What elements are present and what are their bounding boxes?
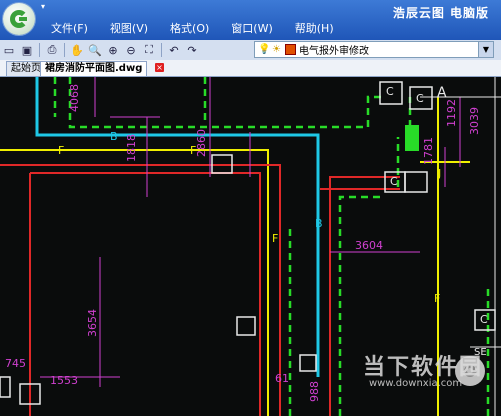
- pipe-label-f: F: [434, 292, 440, 305]
- device-label-c: C: [480, 313, 488, 326]
- redo-icon[interactable]: ↷: [184, 42, 200, 58]
- undo-icon[interactable]: ↶: [166, 42, 182, 58]
- menu-help[interactable]: 帮助(H): [284, 20, 345, 38]
- menu-bar: 文件(F) 视图(V) 格式(O) 窗口(W) 帮助(H): [40, 20, 345, 38]
- pipe-label-f: F: [272, 232, 278, 245]
- title-bar: ▾ 浩辰云图 电脑版 文件(F) 视图(V) 格式(O) 窗口(W) 帮助(H): [0, 0, 501, 40]
- zoom-window-icon[interactable]: 🔍: [87, 42, 103, 58]
- tab-drawing[interactable]: 裙房消防平面图.dwg: [40, 61, 148, 76]
- dimension-label: 1781: [422, 137, 435, 165]
- pipe-label-j: J: [437, 167, 441, 180]
- dimension-label: 61: [275, 372, 289, 385]
- menu-format[interactable]: 格式(O): [159, 20, 220, 38]
- dimension-label: 3039: [468, 107, 481, 135]
- chevron-down-icon[interactable]: ▼: [478, 42, 493, 57]
- menu-window[interactable]: 窗口(W): [220, 20, 283, 38]
- pipe-label-f: F: [190, 144, 196, 157]
- dimension-label: 3654: [86, 309, 99, 337]
- device-label-c: C: [390, 175, 398, 188]
- toolbar-separator: [64, 43, 65, 57]
- quick-access-dropdown-icon[interactable]: ▾: [41, 2, 45, 11]
- menu-file[interactable]: 文件(F): [40, 20, 99, 38]
- dimension-label: 3604: [355, 239, 383, 252]
- red-pipe-line: [0, 164, 281, 416]
- zoom-in-icon[interactable]: ⊕: [105, 42, 121, 58]
- dimension-label: 745: [5, 357, 26, 370]
- watermark-url: www.downxia.com: [369, 378, 463, 389]
- lightbulb-icon: 💡: [258, 44, 271, 55]
- pan-icon[interactable]: ✋: [69, 42, 85, 58]
- watermark-text: 当下软件园: [363, 355, 484, 380]
- layer-color-swatch: [285, 44, 296, 55]
- dimension-label: 1818: [125, 134, 138, 162]
- dimension-label: 2860: [195, 129, 208, 157]
- device-label-c: C: [416, 92, 424, 105]
- dimension-label: 4068: [68, 84, 81, 112]
- window-title: 浩辰云图 电脑版: [392, 6, 489, 20]
- device-box[interactable]: [236, 316, 256, 336]
- device-box[interactable]: [404, 171, 428, 193]
- open-icon[interactable]: ▭: [1, 42, 17, 58]
- pipe-label-f: F: [58, 144, 64, 157]
- document-tabs: 起始页 裙房消防平面图.dwg ×: [0, 60, 501, 77]
- close-tab-icon[interactable]: ×: [155, 63, 164, 72]
- sun-icon: ☀: [272, 44, 281, 55]
- dimension-label: 988: [308, 381, 321, 402]
- app-logo-icon[interactable]: [3, 3, 35, 35]
- print-icon[interactable]: ⎙: [44, 42, 60, 58]
- pipe-label-b: B: [110, 130, 118, 143]
- zoom-out-icon[interactable]: ⊖: [123, 42, 139, 58]
- green-dashed-line: [68, 77, 385, 129]
- toolbar-separator: [39, 43, 40, 57]
- pipe-label-b: B: [315, 217, 323, 230]
- menu-view[interactable]: 视图(V): [99, 20, 159, 38]
- device-box[interactable]: [0, 376, 11, 398]
- layer-name: 电气报外审修改: [299, 46, 369, 57]
- pipe-f-line: [0, 149, 269, 416]
- dimension-label: 1553: [50, 374, 78, 387]
- device-label-c: C: [386, 85, 394, 98]
- axis-label-a: A: [437, 85, 447, 101]
- dimension-label: 1192: [445, 99, 458, 127]
- zoom-extents-icon[interactable]: ⛶: [141, 42, 157, 58]
- layer-dropdown[interactable]: 💡 ☀ 电气报外审修改 ▼: [254, 41, 494, 58]
- save-icon[interactable]: ▣: [19, 42, 35, 58]
- pipe-b-line: [35, 77, 320, 377]
- green-device-block[interactable]: [405, 125, 419, 151]
- toolbar-separator: [161, 43, 162, 57]
- device-box[interactable]: [299, 354, 317, 372]
